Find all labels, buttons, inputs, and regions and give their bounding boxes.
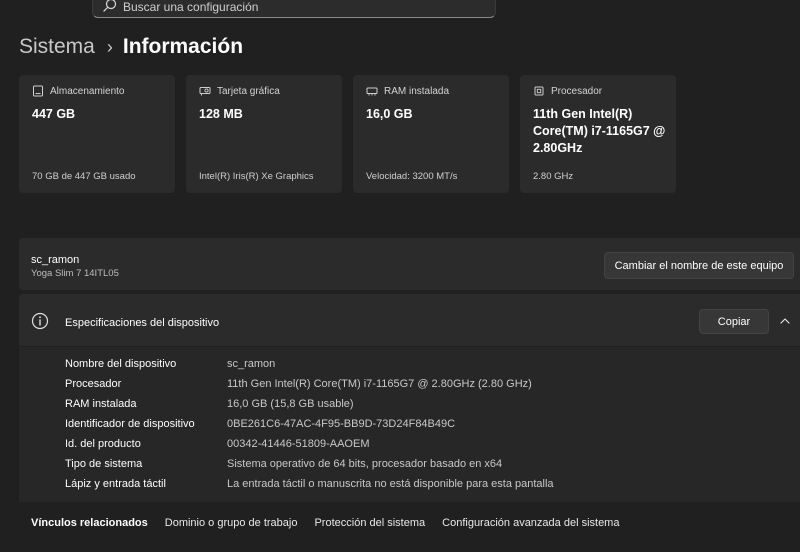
copy-button[interactable]: Copiar (699, 309, 769, 334)
spec-value: La entrada táctil o manuscrita no está d… (227, 478, 554, 490)
spec-value: sc_ramon (227, 358, 276, 370)
spec-value: 00342-41446-51809-AAOEM (227, 438, 370, 450)
search-input[interactable]: Buscar una configuración (123, 0, 258, 14)
card-subtext: Velocidad: 3200 MT/s (366, 171, 458, 182)
card-subtext: 70 GB de 447 GB usado (32, 171, 136, 182)
info-icon (31, 312, 49, 330)
card-ram[interactable]: RAM instalada 16,0 GB Velocidad: 3200 MT… (353, 75, 509, 193)
card-value: 447 GB (32, 107, 76, 121)
card-header: RAM instalada (366, 85, 449, 97)
device-specs-body: Nombre del dispositivo sc_ramon Procesad… (19, 347, 800, 502)
spec-value: 11th Gen Intel(R) Core(TM) i7-1165G7 @ 2… (227, 378, 532, 390)
storage-icon (33, 85, 43, 97)
spec-key: Lápiz y entrada táctil (65, 478, 166, 490)
card-value: 128 MB (199, 107, 243, 121)
card-processor[interactable]: Procesador 11th Gen Intel(R) Core(TM) i7… (520, 75, 676, 193)
spec-key: Procesador (65, 378, 122, 390)
card-label: Tarjeta gráfica (217, 85, 280, 97)
spec-key: Id. del producto (65, 438, 141, 450)
spec-row: Nombre del dispositivo sc_ramon (65, 355, 275, 373)
graphics-card-icon (199, 87, 211, 96)
spec-row: Id. del producto 00342-41446-51809-AAOEM (65, 435, 369, 453)
search-box[interactable]: Buscar una configuración (92, 0, 496, 18)
card-label: Almacenamiento (50, 85, 125, 97)
link-domain-workgroup[interactable]: Dominio o grupo de trabajo (165, 517, 298, 529)
spec-row: Identificador de dispositivo 0BE261C6-47… (65, 415, 455, 433)
related-links-label: Vínculos relacionados (31, 517, 148, 529)
chevron-up-icon[interactable] (779, 315, 791, 327)
card-subtext: Intel(R) Iris(R) Xe Graphics (199, 171, 314, 182)
spec-key: Tipo de sistema (65, 458, 143, 470)
card-value: 16,0 GB (366, 107, 413, 121)
card-subtext: 2.80 GHz (533, 171, 574, 182)
spec-key: Nombre del dispositivo (65, 358, 177, 370)
processor-icon (534, 86, 544, 96)
spec-row: Lápiz y entrada táctil La entrada táctil… (65, 475, 554, 493)
card-header: Procesador (533, 85, 602, 97)
spec-key: RAM instalada (65, 398, 137, 410)
spec-row: Tipo de sistema Sistema operativo de 64 … (65, 455, 502, 473)
breadcrumb: Sistema › Información (19, 32, 243, 62)
related-links: Vínculos relacionados Dominio o grupo de… (31, 517, 636, 529)
breadcrumb-separator: › (106, 36, 113, 57)
card-storage[interactable]: Almacenamiento 447 GB 70 GB de 447 GB us… (19, 75, 175, 193)
device-model: Yoga Slim 7 14ITL05 (31, 268, 119, 279)
spec-key: Identificador de dispositivo (65, 418, 195, 430)
card-label: RAM instalada (384, 85, 450, 97)
card-value: 11th Gen Intel(R) Core(TM) i7-1165G7 @ 2… (533, 107, 666, 155)
spec-row: RAM instalada 16,0 GB (15,8 GB usable) (65, 395, 354, 413)
card-graphics[interactable]: Tarjeta gráfica 128 MB Intel(R) Iris(R) … (186, 75, 342, 193)
device-name: sc_ramon (31, 254, 80, 266)
link-advanced-settings[interactable]: Configuración avanzada del sistema (442, 517, 619, 529)
search-icon (103, 0, 117, 12)
card-header: Tarjeta gráfica (199, 85, 280, 97)
breadcrumb-parent[interactable]: Sistema (19, 35, 95, 59)
rename-pc-button[interactable]: Cambiar el nombre de este equipo (604, 252, 794, 279)
device-specs-header[interactable]: Especificaciones del dispositivo Copiar (19, 294, 800, 346)
ram-icon (366, 87, 378, 96)
spec-value: 16,0 GB (15,8 GB usable) (227, 398, 354, 410)
spec-row: Procesador 11th Gen Intel(R) Core(TM) i7… (65, 375, 532, 393)
spec-value: Sistema operativo de 64 bits, procesador… (227, 458, 503, 470)
link-system-protection[interactable]: Protección del sistema (314, 517, 425, 529)
settings-window: Buscar una configuración Sistema › Infor… (0, 0, 800, 552)
device-name-row: sc_ramon Yoga Slim 7 14ITL05 Cambiar el … (19, 238, 800, 290)
card-header: Almacenamiento (32, 85, 124, 97)
page-title: Información (122, 35, 244, 58)
device-specs-title: Especificaciones del dispositivo (65, 317, 220, 329)
spec-value: 0BE261C6-47AC-4F95-BB9D-73D24F84B49C (227, 418, 456, 430)
card-label: Procesador (551, 85, 603, 97)
